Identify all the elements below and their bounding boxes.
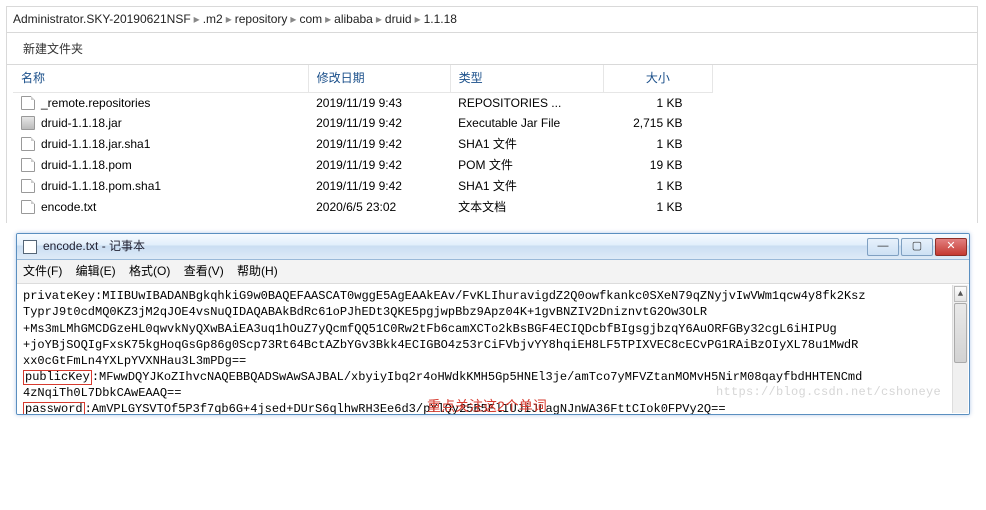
- file-date: 2019/11/19 9:42: [308, 113, 450, 134]
- minimize-button[interactable]: —: [867, 238, 899, 256]
- table-row[interactable]: druid-1.1.18.jar 2019/11/19 9:42Executabl…: [13, 113, 713, 134]
- file-type: SHA1 文件: [450, 176, 603, 197]
- menu-view[interactable]: 查看(V): [184, 264, 224, 278]
- menu-file[interactable]: 文件(F): [23, 264, 62, 278]
- new-folder-button[interactable]: 新建文件夹: [17, 39, 89, 60]
- file-type: 文本文档: [450, 197, 603, 218]
- chevron-right-icon: ▸: [415, 11, 421, 28]
- file-name: druid-1.1.18.jar.sha1: [41, 137, 150, 151]
- crumb[interactable]: alibaba: [334, 11, 373, 28]
- jar-icon: [21, 116, 35, 130]
- close-button[interactable]: ✕: [935, 238, 967, 256]
- file-name: druid-1.1.18.pom.sha1: [41, 179, 161, 193]
- chevron-right-icon: ▸: [290, 11, 296, 28]
- scroll-thumb[interactable]: [954, 303, 967, 363]
- menu-format[interactable]: 格式(O): [129, 264, 170, 278]
- toolbar: 新建文件夹: [6, 33, 978, 65]
- file-size: 1 KB: [603, 197, 712, 218]
- crumb[interactable]: repository: [235, 11, 288, 28]
- file-icon: [21, 158, 35, 172]
- file-date: 2019/11/19 9:42: [308, 176, 450, 197]
- chevron-right-icon: ▸: [325, 11, 331, 28]
- notepad-textarea[interactable]: privateKey:MIIBUwIBADANBgkqhkiG9w0BAQEFA…: [17, 284, 969, 414]
- file-size: 1 KB: [603, 92, 712, 113]
- watermark: https://blog.csdn.net/cshoneye: [716, 384, 941, 400]
- file-name: druid-1.1.18.jar: [41, 116, 122, 130]
- file-type: POM 文件: [450, 155, 603, 176]
- vertical-scrollbar[interactable]: ▲: [952, 285, 968, 413]
- notepad-menubar: 文件(F) 编辑(E) 格式(O) 查看(V) 帮助(H): [17, 260, 969, 284]
- col-size[interactable]: 大小: [603, 65, 712, 92]
- file-type: Executable Jar File: [450, 113, 603, 134]
- file-name: encode.txt: [41, 200, 96, 214]
- crumb[interactable]: com: [299, 11, 322, 28]
- table-row[interactable]: encode.txt 2020/6/5 23:02文本文档1 KB: [13, 197, 713, 218]
- file-date: 2019/11/19 9:43: [308, 92, 450, 113]
- file-type: SHA1 文件: [450, 134, 603, 155]
- file-icon: [21, 200, 35, 214]
- notepad-titlebar[interactable]: encode.txt - 记事本 — ▢ ✕: [17, 234, 969, 260]
- file-list: 名称 修改日期 类型 大小 _remote.repositories 2019/1…: [6, 65, 978, 224]
- col-type[interactable]: 类型: [450, 65, 603, 92]
- table-row[interactable]: druid-1.1.18.pom 2019/11/19 9:42POM 文件19 …: [13, 155, 713, 176]
- file-icon: [21, 96, 35, 110]
- file-date: 2019/11/19 9:42: [308, 134, 450, 155]
- maximize-button[interactable]: ▢: [901, 238, 933, 256]
- chevron-right-icon: ▸: [376, 11, 382, 28]
- menu-edit[interactable]: 编辑(E): [76, 264, 116, 278]
- file-name: _remote.repositories: [41, 96, 150, 110]
- textfile-icon: [23, 240, 37, 254]
- file-type: REPOSITORIES ...: [450, 92, 603, 113]
- file-icon: [21, 179, 35, 193]
- annotation-note: 重点关注这2个单词: [427, 399, 547, 413]
- highlight-publickey: publicKey: [23, 370, 92, 385]
- file-name: druid-1.1.18.pom: [41, 158, 132, 172]
- crumb[interactable]: Administrator.SKY-20190621NSF: [13, 11, 191, 28]
- file-date: 2019/11/19 9:42: [308, 155, 450, 176]
- scroll-up-icon[interactable]: ▲: [954, 286, 967, 302]
- file-size: 1 KB: [603, 176, 712, 197]
- file-size: 19 KB: [603, 155, 712, 176]
- table-row[interactable]: druid-1.1.18.jar.sha1 2019/11/19 9:42SHA1…: [13, 134, 713, 155]
- breadcrumb[interactable]: Administrator.SKY-20190621NSF▸ .m2▸ repo…: [6, 6, 978, 33]
- file-date: 2020/6/5 23:02: [308, 197, 450, 218]
- crumb[interactable]: 1.1.18: [424, 11, 457, 28]
- file-icon: [21, 137, 35, 151]
- chevron-right-icon: ▸: [194, 11, 200, 28]
- notepad-title: encode.txt - 记事本: [43, 238, 145, 255]
- menu-help[interactable]: 帮助(H): [237, 264, 278, 278]
- col-name[interactable]: 名称: [13, 65, 308, 92]
- table-row[interactable]: _remote.repositories 2019/11/19 9:43REPOS…: [13, 92, 713, 113]
- notepad-window: encode.txt - 记事本 — ▢ ✕ 文件(F) 编辑(E) 格式(O)…: [16, 233, 970, 415]
- crumb[interactable]: .m2: [203, 11, 223, 28]
- crumb[interactable]: druid: [385, 11, 412, 28]
- table-row[interactable]: druid-1.1.18.pom.sha1 2019/11/19 9:42SHA1…: [13, 176, 713, 197]
- file-size: 2,715 KB: [603, 113, 712, 134]
- col-date[interactable]: 修改日期: [308, 65, 450, 92]
- chevron-right-icon: ▸: [226, 11, 232, 28]
- file-size: 1 KB: [603, 134, 712, 155]
- highlight-password: password: [23, 402, 85, 414]
